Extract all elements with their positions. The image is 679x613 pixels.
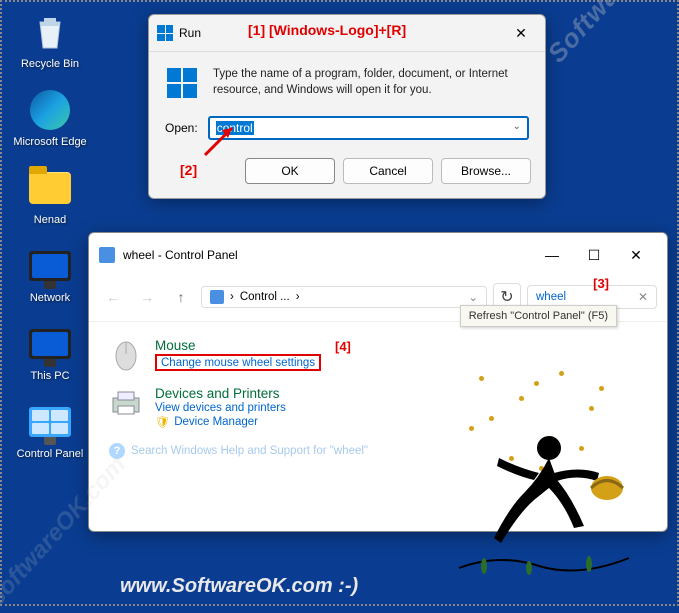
run-description: Type the name of a program, folder, docu… [213, 66, 529, 100]
network-icon [28, 244, 72, 288]
desktop-icon-network[interactable]: Network [10, 244, 90, 304]
dropdown-icon[interactable]: ⌄ [513, 121, 521, 132]
browse-button[interactable]: Browse... [441, 158, 531, 184]
address-bar[interactable]: › Control ... › ⌄ [201, 286, 487, 308]
forward-button[interactable]: → [133, 283, 161, 311]
desktop-icon-label: Control Panel [10, 448, 90, 460]
watermark-footer: www.SoftwareOK.com :-) [120, 575, 358, 598]
help-icon: ? [109, 443, 125, 459]
devices-title[interactable]: Devices and Printers [155, 386, 286, 401]
desktop-icon-edge[interactable]: Microsoft Edge [10, 88, 90, 148]
folder-icon [28, 166, 72, 210]
help-text: Search Windows Help and Support for "whe… [131, 445, 368, 457]
run-app-icon [165, 66, 199, 100]
mouse-icon [109, 338, 143, 372]
shield-icon: 🛡 [155, 415, 170, 429]
open-input[interactable]: control ⌄ [208, 116, 529, 140]
control-panel-icon [28, 400, 72, 444]
run-title: Run [179, 26, 201, 40]
desktop-icon-folder-nenad[interactable]: Nenad [10, 166, 90, 226]
cancel-button[interactable]: Cancel [343, 158, 433, 184]
cp-results: Mouse Change mouse wheel settings [4] De… [89, 322, 667, 475]
refresh-tooltip: Refresh "Control Panel" (F5) [460, 305, 617, 327]
windows-logo-icon [157, 25, 173, 41]
device-manager-link[interactable]: Device Manager [174, 416, 258, 428]
cp-title-bar[interactable]: wheel - Control Panel — ☐ ✕ [89, 233, 667, 277]
desktop: Recycle Bin Microsoft Edge Nenad Network… [0, 0, 100, 478]
breadcrumb[interactable]: Control ... [240, 291, 290, 303]
ok-button[interactable]: OK [245, 158, 335, 184]
maximize-button[interactable]: ☐ [573, 241, 615, 269]
minimize-button[interactable]: — [531, 241, 573, 269]
search-help-link[interactable]: ? Search Windows Help and Support for "w… [109, 443, 647, 459]
recycle-bin-icon [28, 10, 72, 54]
mouse-title[interactable]: Mouse [155, 338, 321, 353]
open-input-value: control [216, 121, 254, 135]
back-button[interactable]: ← [99, 283, 127, 311]
edge-icon [28, 88, 72, 132]
view-devices-link[interactable]: View devices and printers [155, 402, 286, 414]
desktop-icon-label: Microsoft Edge [10, 136, 90, 148]
watermark-diagonal: SoftwareOK.com [541, 0, 679, 69]
desktop-icon-label: Recycle Bin [10, 58, 90, 70]
close-button[interactable]: ✕ [615, 241, 657, 269]
run-dialog: Run ✕ Type the name of a program, folder… [148, 14, 546, 199]
open-label: Open: [165, 121, 198, 135]
control-panel-window: wheel - Control Panel — ☐ ✕ ← → ↑ › Cont… [88, 232, 668, 532]
annotation-3: [3] [593, 276, 609, 291]
address-icon [210, 290, 224, 304]
breadcrumb-chevron[interactable]: › [296, 291, 300, 303]
result-devices: Devices and Printers View devices and pr… [109, 386, 647, 429]
desktop-icon-label: This PC [10, 370, 90, 382]
annotation-4: [4] [335, 339, 351, 354]
clear-search-icon[interactable]: ✕ [638, 290, 648, 304]
search-value: wheel [536, 291, 566, 303]
cp-title: wheel - Control Panel [123, 248, 238, 262]
close-button[interactable]: ✕ [505, 21, 537, 45]
desktop-icon-label: Network [10, 292, 90, 304]
desktop-icon-this-pc[interactable]: This PC [10, 322, 90, 382]
this-pc-icon [28, 322, 72, 366]
devices-printers-icon [109, 386, 143, 420]
annotation-2: [2] [180, 162, 197, 178]
result-mouse: Mouse Change mouse wheel settings [109, 338, 647, 372]
control-panel-title-icon [99, 247, 115, 263]
breadcrumb-sep: › [230, 291, 234, 303]
up-button[interactable]: ↑ [167, 283, 195, 311]
desktop-icon-label: Nenad [10, 214, 90, 226]
desktop-icon-control-panel[interactable]: Control Panel [10, 400, 90, 460]
change-mouse-wheel-link[interactable]: Change mouse wheel settings [161, 357, 315, 369]
address-chevron-down-icon[interactable]: ⌄ [468, 290, 478, 304]
annotation-1: [1] [Windows-Logo]+[R] [248, 22, 406, 38]
desktop-icon-recycle-bin[interactable]: Recycle Bin [10, 10, 90, 70]
